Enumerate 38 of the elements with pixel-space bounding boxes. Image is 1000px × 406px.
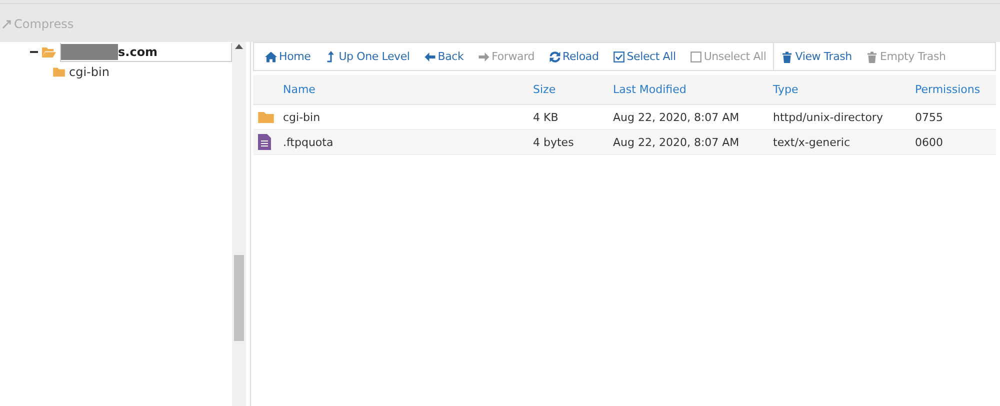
left-arrow-icon	[424, 50, 436, 62]
scrollbar[interactable]	[232, 42, 246, 406]
table-cell-text: text/x-generic	[773, 136, 852, 148]
up-arrow-icon	[324, 50, 337, 62]
column-header[interactable]: Type	[773, 83, 915, 96]
table-cell-text: cgi-bin	[283, 110, 322, 124]
folder-icon	[258, 110, 274, 124]
reload-icon	[548, 50, 560, 62]
table-cell-text: 0600	[915, 136, 944, 148]
trash-icon	[781, 50, 794, 62]
empty-box-icon	[690, 50, 702, 62]
toolbar-button[interactable]: Select All	[606, 43, 683, 70]
open-folder-icon	[42, 46, 56, 58]
column-header[interactable]: Name	[283, 83, 533, 96]
column-header[interactable]: Permissions	[915, 83, 996, 96]
home-icon	[265, 50, 277, 62]
tree-item[interactable]: s.com	[60, 42, 232, 62]
toolbar-button[interactable]: Up One Level	[318, 43, 417, 70]
table-cell-text: Aug 22, 2020, 8:07 AM	[613, 110, 740, 124]
tree-item[interactable]: cgi-bin	[69, 65, 110, 79]
table-cell-text: 0755	[915, 110, 944, 124]
column-header[interactable]: Last Modified	[613, 83, 773, 96]
compress-icon	[2, 20, 11, 29]
table-cell-text: 4 KB	[533, 110, 560, 124]
column-header[interactable]: Size	[533, 83, 613, 96]
table-cell-text: 4 bytes	[533, 136, 575, 148]
folder-icon	[53, 67, 65, 77]
toolbar-button[interactable]: Back	[416, 43, 471, 70]
document-icon	[258, 134, 271, 150]
toolbar-button[interactable]: View Trash	[774, 43, 859, 70]
toolbar-button[interactable]: Reload	[542, 43, 606, 70]
table-cell-text: Aug 22, 2020, 8:07 AM	[613, 136, 740, 148]
toolbar-button[interactable]: Home	[258, 43, 318, 70]
trash-icon	[866, 50, 878, 62]
right-arrow-icon	[478, 50, 490, 62]
table-cell-text: httpd/unix-directory	[773, 110, 884, 124]
checked-box-icon	[612, 50, 625, 62]
table-cell-text: .ftpquota	[283, 136, 334, 148]
